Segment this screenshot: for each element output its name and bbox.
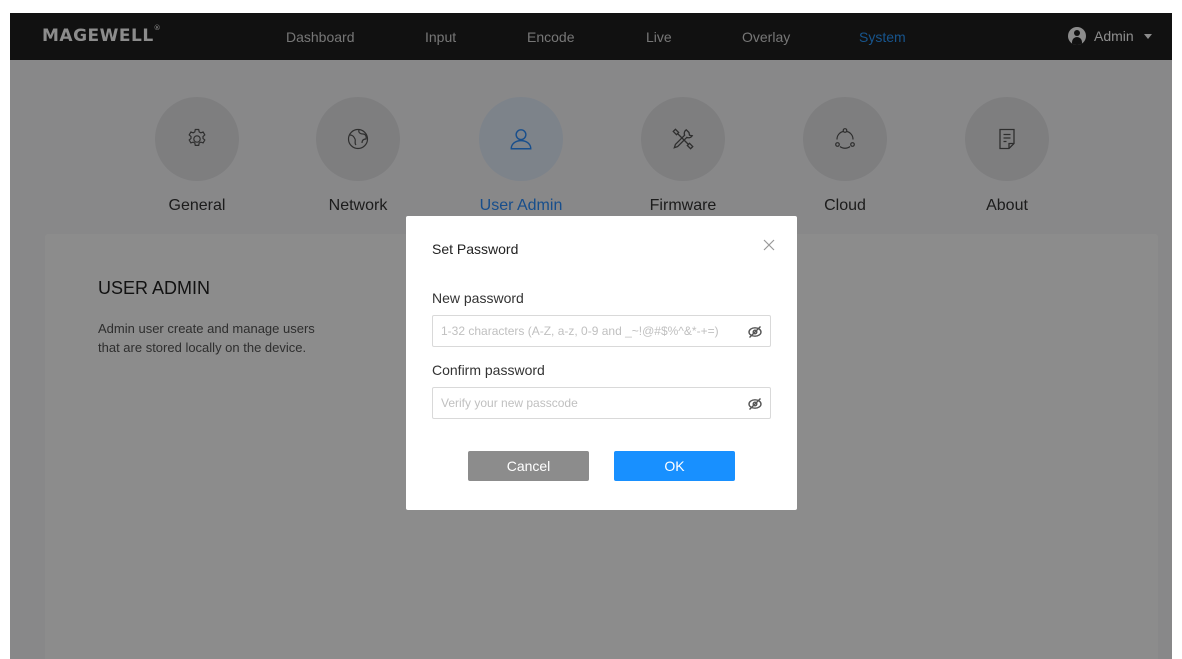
- eye-slash-icon[interactable]: [747, 396, 763, 412]
- dialog-title: Set Password: [432, 241, 519, 257]
- ok-button[interactable]: OK: [614, 451, 735, 481]
- set-password-dialog: Set Password New password Confirm passwo…: [406, 216, 797, 510]
- confirm-password-field: [432, 387, 771, 419]
- app-window: MAGEWELL® Dashboard Input Encode Live Ov…: [10, 13, 1172, 659]
- confirm-password-input[interactable]: [433, 388, 743, 418]
- cancel-button[interactable]: Cancel: [468, 451, 589, 481]
- new-password-input[interactable]: [433, 316, 743, 346]
- eye-slash-icon[interactable]: [747, 324, 763, 340]
- confirm-password-label: Confirm password: [432, 362, 545, 378]
- new-password-label: New password: [432, 290, 524, 306]
- new-password-field: [432, 315, 771, 347]
- close-icon[interactable]: [758, 234, 780, 256]
